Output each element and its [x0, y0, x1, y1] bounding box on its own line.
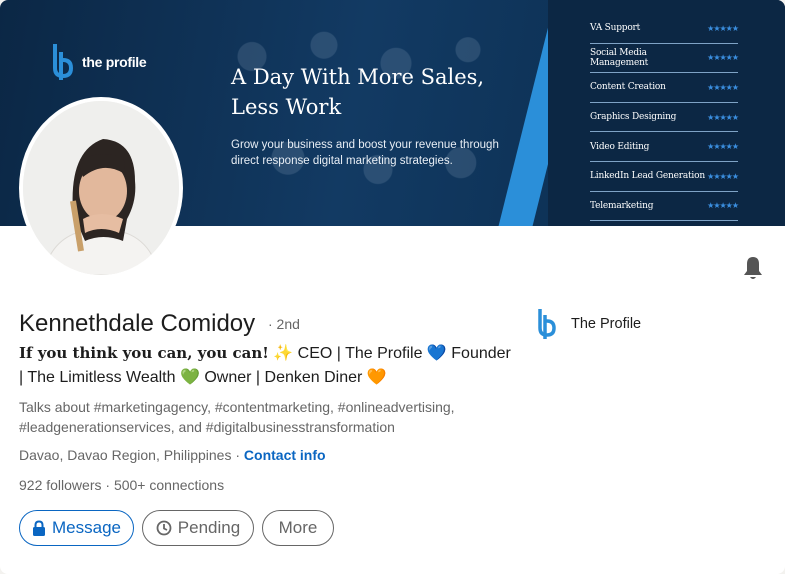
service-label: VA Support	[590, 23, 641, 34]
service-label: LinkedIn Lead Generation	[590, 171, 705, 182]
company-logo-icon	[538, 309, 556, 339]
service-item: Graphics Designing ★★★★★	[590, 103, 739, 133]
banner-headline-line2: Less Work	[231, 95, 342, 119]
blue-heart-icon: 💙	[426, 345, 447, 362]
profile-photo[interactable]	[19, 97, 183, 279]
brand-logo-icon	[53, 44, 74, 80]
followers-count: 922 followers	[19, 477, 102, 493]
services-list: VA Support ★★★★★ Social Media Management ★…	[590, 14, 739, 222]
service-label: Content Creation	[590, 82, 666, 93]
service-item: VA Support ★★★★★	[590, 14, 739, 44]
service-rating: ★★★★★	[707, 23, 739, 33]
service-label: Telemarketing	[590, 200, 654, 211]
contact-info-link[interactable]: Contact info	[244, 447, 326, 463]
service-item: Video Editing ★★★★★	[590, 132, 739, 162]
service-rating: ★★★★★	[707, 112, 739, 122]
service-rating: ★★★★★	[707, 142, 739, 152]
service-rating: ★★★★★	[707, 53, 739, 63]
person-portrait-icon	[23, 101, 179, 275]
company-name: The Profile	[571, 316, 642, 332]
pending-button-label: Pending	[177, 518, 241, 537]
separator: ·	[231, 447, 244, 463]
talks-about: Talks about #marketingagency, #contentma…	[19, 399, 455, 435]
separator: ·	[101, 477, 114, 493]
location-text: Davao, Davao Region, Philippines	[19, 447, 232, 463]
service-rating: ★★★★★	[707, 171, 739, 181]
brand-logo: the profile	[52, 42, 147, 82]
service-label: Graphics Designing	[590, 112, 677, 123]
sparkles-icon: ✨	[273, 345, 294, 362]
service-item: Content Creation ★★★★★	[590, 73, 739, 103]
banner-headline: A Day With More Sales, Less Work	[231, 62, 511, 122]
headline-quote: If you think you can, you can!	[19, 344, 269, 362]
lock-icon	[33, 520, 45, 536]
service-label: Video Editing	[590, 141, 650, 152]
profile-name: Kennethdale Comidoy	[19, 310, 256, 337]
green-heart-icon: 💚	[179, 368, 200, 386]
network-stats: 922 followers · 500+ connections	[19, 477, 224, 493]
service-label: Social Media Management	[590, 47, 649, 68]
connection-degree: · 2nd	[268, 316, 300, 332]
service-item: LinkedIn Lead Generation ★★★★★	[590, 162, 739, 192]
current-company[interactable]: The Profile	[537, 308, 641, 340]
bell-icon[interactable]	[741, 255, 765, 281]
service-item: Telemarketing ★★★★★	[590, 192, 739, 222]
clock-icon	[156, 520, 172, 536]
connections-count[interactable]: 500+ connections	[114, 477, 224, 493]
banner-headline-line1: A Day With More Sales,	[231, 65, 485, 89]
more-button-label: More	[278, 518, 318, 537]
profile-photo-image	[23, 101, 179, 275]
pending-button[interactable]: Pending	[142, 510, 254, 546]
headline-text: CEO | The Profile	[293, 345, 427, 362]
headline-text: Owner | Denken Diner	[199, 368, 367, 386]
brand-logo-text: the profile	[82, 54, 147, 70]
message-button-label: Message	[52, 518, 121, 537]
service-rating: ★★★★★	[707, 82, 739, 92]
banner-subline: Grow your business and boost your revenu…	[231, 139, 499, 167]
message-button[interactable]: Message	[19, 510, 134, 546]
profile-headline: If you think you can, you can! ✨ CEO | T…	[19, 342, 514, 389]
profile-card: the profile A Day With More Sales, Less …	[0, 0, 785, 574]
service-item: Social Media Management ★★★★★	[590, 44, 739, 74]
service-rating: ★★★★★	[707, 201, 739, 211]
orange-heart-icon: 🧡	[366, 368, 387, 386]
location-line: Davao, Davao Region, Philippines · Conta…	[19, 447, 326, 463]
more-button[interactable]: More	[262, 510, 334, 546]
